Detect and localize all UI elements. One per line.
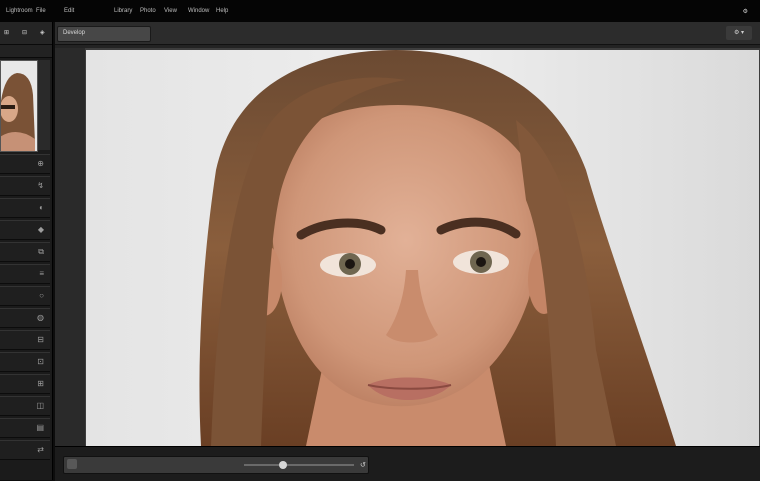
reset-icon[interactable]: ↺ [360,461,366,469]
left-panel-row[interactable]: ⊡ [0,352,50,372]
toggle-button[interactable] [67,459,77,469]
left-panel-row[interactable]: ≡ [0,264,50,284]
left-panel-row[interactable]: ○ [0,286,50,306]
compare-view-icon[interactable]: ⊟ [22,29,27,36]
menu-item-library[interactable]: Library [114,7,132,15]
menu-item-view[interactable]: View [164,7,177,15]
toolbar: Develop ⚙ ▾ [55,22,760,45]
bottom-toolbar: ↺ [55,446,760,481]
menu-item-photo[interactable]: Photo [140,7,156,15]
left-panel-row[interactable]: ⧉ [0,242,50,262]
left-panel-row[interactable]: ⊟ [0,330,50,350]
zoom-slider-handle[interactable] [278,461,287,469]
panel-row-icon: ⊞ [37,379,44,388]
grid-view-icon[interactable]: ⊞ [4,29,9,36]
panel-row-icon: ⊡ [37,357,44,366]
menu-item-help[interactable]: Help [216,7,228,15]
panel-row-icon: ⧉ [38,247,44,256]
panel-row-icon: ↯ [37,181,44,190]
left-panel-header: ⊞ ⊟ ◈ [0,22,52,45]
panel-row-icon: ○ [39,291,44,300]
panel-row-icon: ◐ [39,203,44,212]
panel-row-icon: ⇄ [37,445,44,454]
menu-item-lightroom[interactable]: Lightroom [6,7,33,15]
thumbnail-scrollbar[interactable] [38,60,50,150]
survey-view-icon[interactable]: ◈ [40,29,45,36]
panel-row-icon: ◫ [36,401,44,410]
panel-row-icon: ≡ [39,269,44,278]
toolbar-options-button[interactable]: ⚙ ▾ [726,26,752,40]
left-panel-row[interactable]: ⇄ [0,440,50,460]
panel-row-icon: ⊕ [37,159,44,168]
panel-row-icon: ⊟ [37,335,44,344]
main-photo[interactable] [86,50,759,446]
left-panel-row[interactable]: ⊕ [0,154,50,174]
portrait-image [86,50,759,446]
left-panel-row[interactable]: ◍ [0,308,50,328]
left-panel-row[interactable]: ↯ [0,176,50,196]
panel-row-icon: ▤ [36,423,44,432]
settings-icon[interactable]: ⚙ [743,8,748,15]
left-panel-subheader [0,45,52,58]
menu-item-window[interactable]: Window [188,7,209,15]
menu-item-file[interactable]: File [36,7,46,15]
left-panel: ⊞ ⊟ ◈ ⊕ ↯ ◐ ◆ ⧉ ≡ ○ ◍ ⊟ ⊡ ⊞ ◫ ▤ ⇄ [0,22,53,480]
left-panel-row[interactable]: ◫ [0,396,50,416]
panel-row-icon: ◆ [37,225,44,234]
menubar: Lightroom File Edit Library Photo View W… [0,0,760,22]
zoom-slider[interactable] [244,461,354,469]
panel-row-icon: ◍ [37,313,44,322]
menu-item-edit[interactable]: Edit [64,7,74,15]
thumbnail-image [1,61,37,151]
photo-thumbnail[interactable] [0,60,38,152]
main-area: Develop ⚙ ▾ ↺ [55,22,760,481]
left-panel-row[interactable]: ◐ [0,198,50,218]
left-panel-row[interactable]: ◆ [0,220,50,240]
develop-tab[interactable]: Develop [57,26,151,42]
develop-tab-label: Develop [63,30,86,36]
left-panel-row[interactable]: ▤ [0,418,50,438]
filmstrip-controls: ↺ [63,456,369,474]
left-gutter [55,48,86,446]
left-panel-row[interactable]: ⊞ [0,374,50,394]
